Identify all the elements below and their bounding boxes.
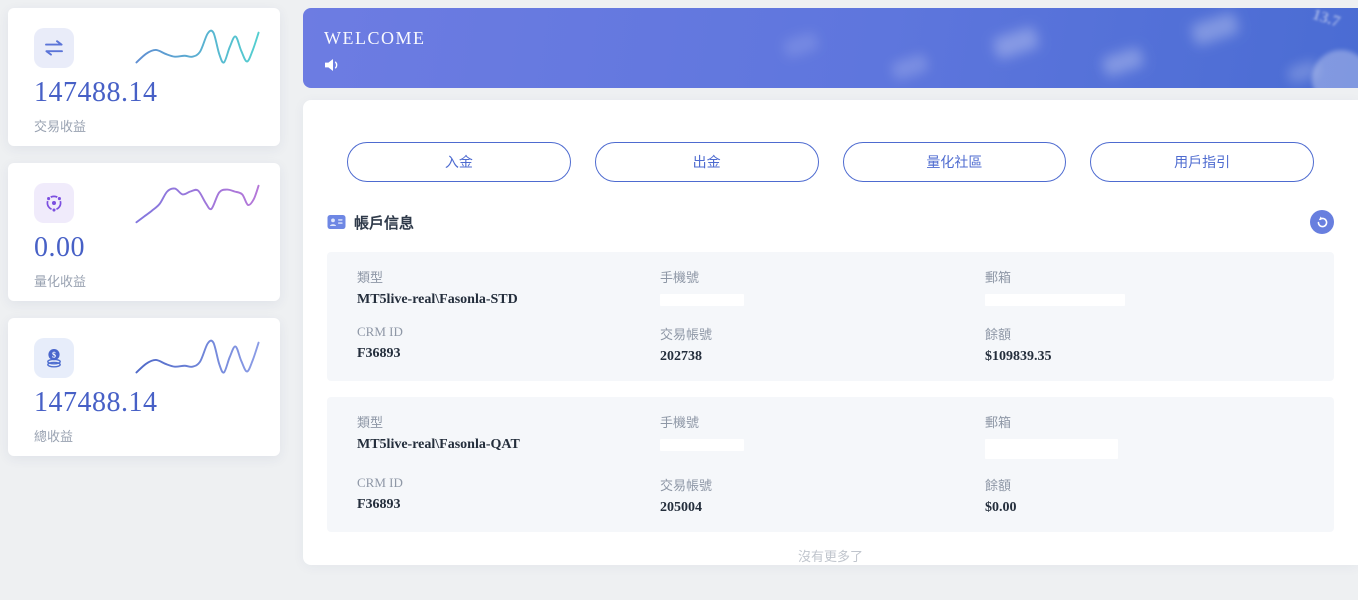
redacted-phone — [660, 439, 744, 451]
user-guide-button[interactable]: 用戶指引 — [1090, 142, 1314, 182]
field-balance: 餘額 $0.00 — [985, 475, 1304, 516]
stat-card-trading-income: 147488.14 交易收益 — [8, 8, 280, 146]
account-info-title: 帳戶信息 — [354, 215, 415, 232]
type-label: 類型 — [357, 270, 384, 285]
svg-text:$: $ — [52, 350, 56, 359]
speaker-icon — [325, 59, 338, 71]
balance-label: 餘額 — [985, 478, 1012, 493]
email-label: 郵箱 — [985, 270, 1012, 285]
balance-label: 餘額 — [985, 327, 1012, 342]
welcome-title: WELCOME — [324, 28, 426, 48]
redacted-phone — [660, 294, 744, 306]
refresh-button[interactable] — [1310, 210, 1334, 234]
phone-label: 手機號 — [660, 270, 700, 285]
redacted-email — [985, 294, 1125, 306]
trading-income-label: 交易收益 — [34, 119, 87, 134]
quick-actions: 入金 出金 量化社區 用戶指引 — [347, 100, 1314, 182]
crm-id-value: F36893 — [357, 497, 401, 512]
balance-value: $0.00 — [985, 500, 1017, 515]
field-email: 郵箱 — [985, 412, 1304, 459]
stats-sidebar: 147488.14 交易收益 0.00 量化收益 $ 147488.14 總收益 — [8, 8, 280, 456]
total-income-label: 總收益 — [34, 429, 74, 444]
quant-income-value: 0.00 — [34, 232, 85, 263]
quant-income-sparkline — [135, 184, 260, 224]
crm-id-label: CRM ID — [357, 475, 403, 490]
id-card-icon — [327, 215, 346, 229]
crm-id-value: F36893 — [357, 346, 401, 361]
trading-income-sparkline — [135, 29, 260, 64]
refresh-icon — [1317, 216, 1327, 227]
phone-label: 手機號 — [660, 415, 700, 430]
field-phone: 手機號 — [660, 267, 985, 308]
transfer-arrows-icon — [34, 28, 74, 68]
type-value: MT5live-real\Fasonla-STD — [357, 292, 518, 307]
trade-account-value: 205004 — [660, 500, 702, 515]
type-value: MT5live-real\Fasonla-QAT — [357, 437, 520, 452]
banner-decor-circle — [1312, 50, 1358, 88]
quant-bot-icon — [34, 183, 74, 223]
field-type: 類型 MT5live-real\Fasonla-STD — [357, 267, 660, 308]
trading-income-value: 147488.14 — [34, 77, 158, 108]
crm-id-label: CRM ID — [357, 324, 403, 339]
account-info-header: 帳戶信息 — [327, 210, 1334, 234]
trade-account-value: 202738 — [660, 349, 702, 364]
trade-account-label: 交易帳號 — [660, 478, 713, 493]
coin-stack-icon: $ — [34, 338, 74, 378]
field-trade-account: 交易帳號 202738 — [660, 324, 985, 365]
field-email: 郵箱 — [985, 267, 1304, 308]
account-row-std: 類型 MT5live-real\Fasonla-STD 手機號 郵箱 CRM I… — [327, 252, 1334, 381]
field-trade-account: 交易帳號 205004 — [660, 475, 985, 516]
account-row-qat: 類型 MT5live-real\Fasonla-QAT 手機號 郵箱 CRM I… — [327, 397, 1334, 532]
no-more-text: 沒有更多了 — [797, 549, 863, 564]
main-content: 13.7 WELCOME 入金 出金 量化社區 用戶指引 帳戶信息 類型 MT5… — [303, 8, 1358, 565]
stat-card-total-income: $ 147488.14 總收益 — [8, 318, 280, 456]
withdraw-button[interactable]: 出金 — [594, 142, 819, 182]
trade-account-label: 交易帳號 — [660, 327, 713, 342]
field-crm-id: CRM ID F36893 — [357, 475, 660, 516]
email-label: 郵箱 — [985, 415, 1012, 430]
total-income-value: 147488.14 — [34, 387, 158, 418]
total-income-sparkline — [135, 339, 260, 374]
balance-value: $109839.35 — [985, 349, 1052, 364]
deposit-button[interactable]: 入金 — [347, 142, 571, 182]
type-label: 類型 — [357, 415, 384, 430]
field-balance: 餘額 $109839.35 — [985, 324, 1304, 365]
quant-community-button[interactable]: 量化社區 — [842, 142, 1067, 182]
stat-card-quant-income: 0.00 量化收益 — [8, 163, 280, 301]
welcome-banner: 13.7 WELCOME — [303, 8, 1358, 88]
field-phone: 手機號 — [660, 412, 985, 459]
field-crm-id: CRM ID F36893 — [357, 324, 660, 365]
account-panel: 入金 出金 量化社區 用戶指引 帳戶信息 類型 MT5live-real\Fas… — [303, 100, 1358, 565]
field-type: 類型 MT5live-real\Fasonla-QAT — [357, 412, 660, 459]
quant-income-label: 量化收益 — [34, 274, 87, 289]
redacted-email — [985, 439, 1118, 459]
